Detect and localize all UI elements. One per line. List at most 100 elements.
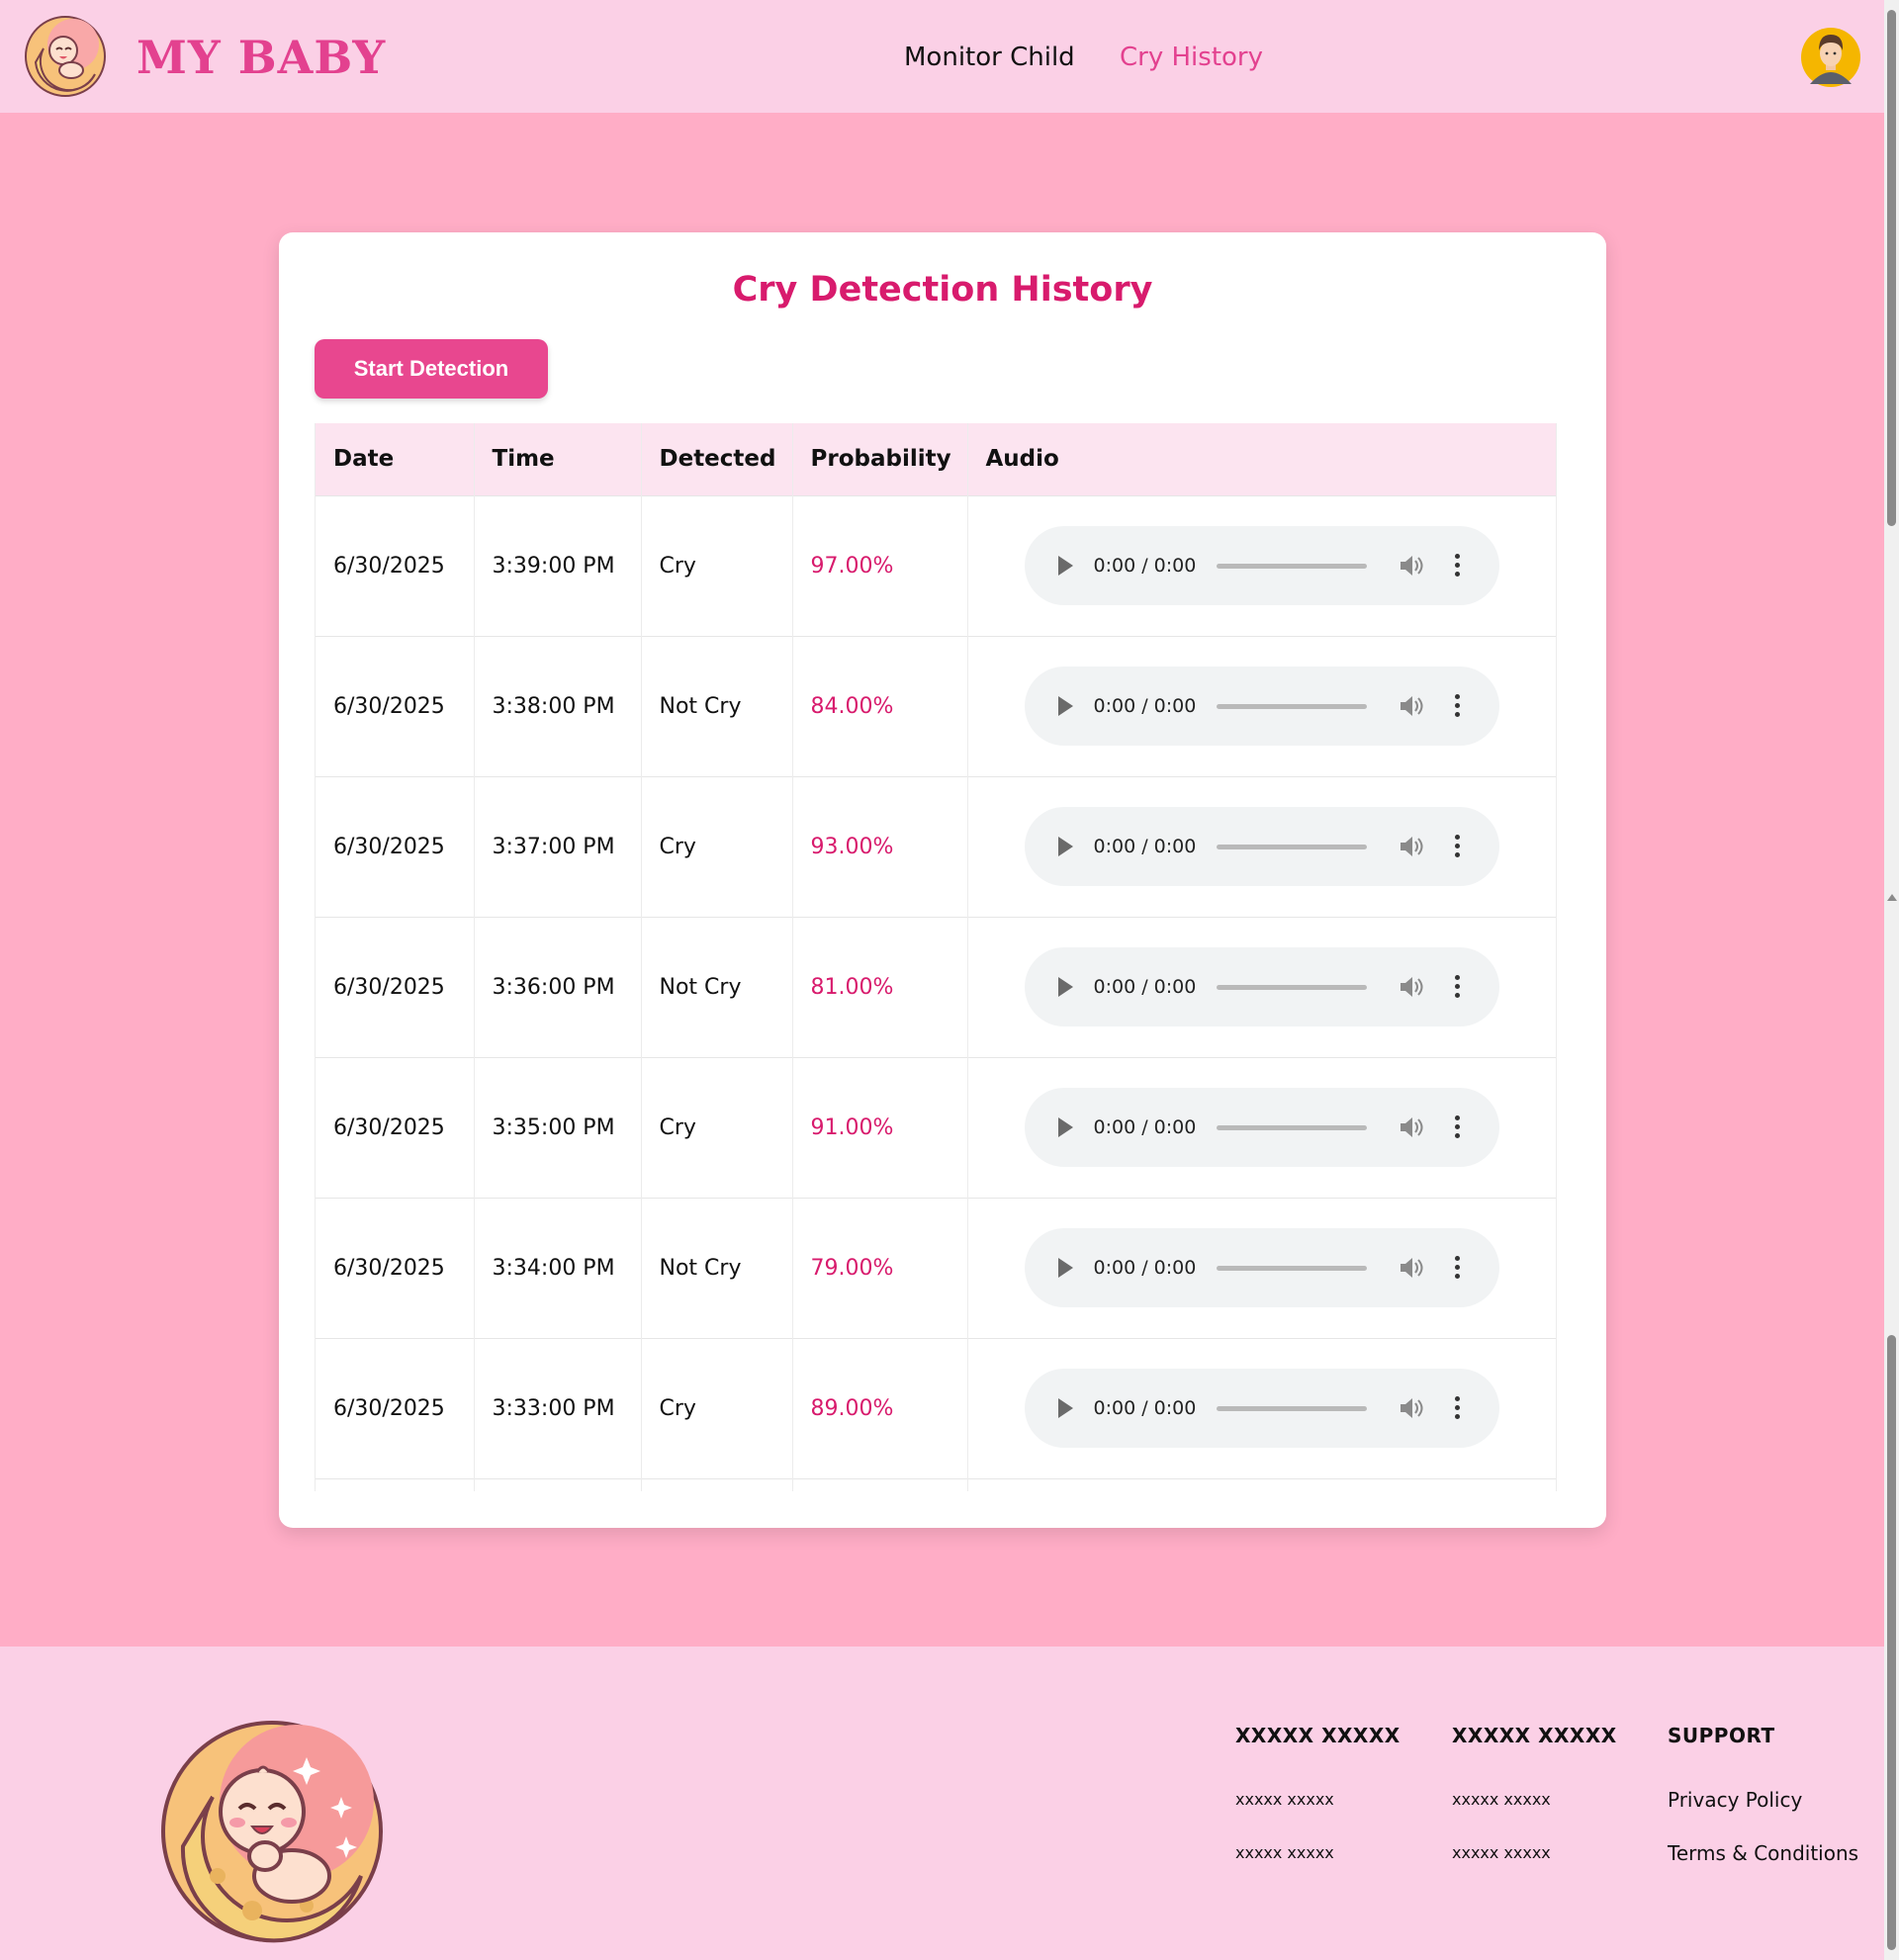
play-icon[interactable] [1057,1117,1073,1137]
footer-link[interactable]: xxxxx xxxxx [1235,1787,1401,1813]
cell-probability: 79.00% [792,1197,968,1338]
cell-time [474,1477,642,1491]
table-row: 6/30/2025 3:39:00 PM Cry 97.00% 0:00 / 0:00 [316,494,1556,636]
play-icon[interactable] [1057,556,1073,576]
cell-time: 3:36:00 PM [474,916,642,1057]
cell-time: 3:33:00 PM [474,1337,642,1478]
audio-time: 0:00 / 0:00 [1093,1397,1197,1419]
more-vertical-icon[interactable] [1454,1256,1462,1282]
cell-date: 6/30/2025 [316,775,475,917]
table-row: 6/30/2025 3:36:00 PM Not Cry 81.00% 0:00 / 0… [316,916,1556,1057]
more-vertical-icon[interactable] [1454,1115,1462,1141]
footer-link[interactable]: xxxxx xxxxx [1452,1787,1617,1813]
nav-cry-history[interactable]: Cry History [1120,40,1263,75]
play-icon[interactable] [1057,696,1073,716]
history-table: Date Time Detected Probability Audio 6/3… [316,423,1556,1491]
more-vertical-icon[interactable] [1454,554,1462,579]
volume-icon[interactable] [1399,975,1424,999]
audio-player[interactable]: 0:00 / 0:00 [1024,667,1499,746]
audio-time: 0:00 / 0:00 [1093,555,1197,577]
volume-icon[interactable] [1399,554,1424,578]
footer-column-2: XXXXX XXXXX xxxxx xxxxx xxxxx xxxxx [1452,1722,1617,1866]
cell-date [316,1477,475,1491]
audio-player[interactable]: 0:00 / 0:00 [1024,1369,1499,1448]
volume-icon[interactable] [1399,835,1424,858]
audio-progress-slider[interactable] [1216,1266,1367,1271]
audio-progress-slider[interactable] [1216,564,1367,569]
page-title: Cry Detection History [732,270,1153,310]
audio-progress-slider[interactable] [1216,1125,1367,1130]
cell-audio: 0:00 / 0:00 [967,494,1556,636]
cell-date: 6/30/2025 [316,916,475,1057]
baby-moon-icon [161,1721,383,1943]
page-scroll-thumb[interactable] [1887,10,1896,526]
cell-date: 6/30/2025 [316,635,475,776]
footer-link[interactable]: xxxxx xxxxx [1235,1840,1401,1866]
cell-detected: Cry [641,494,793,636]
page-scrollbar[interactable] [1884,0,1899,1960]
volume-icon[interactable] [1399,694,1424,718]
audio-player[interactable]: 0:00 / 0:00 [1024,1228,1499,1307]
brand-title[interactable]: MY BABY [136,30,386,85]
play-icon[interactable] [1057,977,1073,997]
audio-progress-slider[interactable] [1216,704,1367,709]
audio-player[interactable]: 0:00 / 0:00 [1024,526,1499,605]
cell-date: 6/30/2025 [316,1056,475,1198]
cell-date: 6/30/2025 [316,1337,475,1478]
footer-link[interactable]: xxxxx xxxxx [1452,1840,1617,1866]
footer-column-support: SUPPORT Privacy Policy Terms & Condition… [1668,1722,1858,1866]
table-row: 6/30/2025 3:37:00 PM Cry 93.00% 0:00 / 0:00 [316,775,1556,917]
cell-probability: 84.00% [792,635,968,776]
cell-audio [967,1477,1556,1491]
audio-progress-slider[interactable] [1216,985,1367,990]
table-header-row: Date Time Detected Probability Audio [316,423,1556,495]
cell-audio: 0:00 / 0:00 [967,635,1556,776]
column-time: Time [474,423,642,495]
more-vertical-icon[interactable] [1454,694,1462,720]
table-row: 6/30/2025 3:33:00 PM Cry 89.00% 0:00 / 0:00 [316,1337,1556,1478]
cell-audio: 0:00 / 0:00 [967,1197,1556,1338]
volume-icon[interactable] [1399,1256,1424,1280]
cell-detected: Not Cry [641,635,793,776]
user-avatar-icon[interactable] [1800,27,1861,88]
top-header: MY BABY Monitor Child Cry History [0,0,1884,113]
terms-conditions-link[interactable]: Terms & Conditions [1668,1840,1858,1866]
column-probability: Probability [792,423,968,495]
cell-time: 3:34:00 PM [474,1197,642,1338]
audio-progress-slider[interactable] [1216,1406,1367,1411]
play-icon[interactable] [1057,1258,1073,1278]
table-row: 6/30/2025 3:35:00 PM Cry 91.00% 0:00 / 0:00 [316,1056,1556,1198]
more-vertical-icon[interactable] [1454,975,1462,1001]
cell-probability: 97.00% [792,494,968,636]
more-vertical-icon[interactable] [1454,835,1462,860]
column-audio: Audio [985,446,1059,473]
audio-progress-slider[interactable] [1216,845,1367,849]
scroll-up-arrow-icon[interactable] [1887,894,1897,901]
table-row [316,1477,1556,1491]
cell-audio: 0:00 / 0:00 [967,1337,1556,1478]
baby-moon-icon[interactable] [24,15,107,98]
cell-probability: 89.00% [792,1337,968,1478]
footer-heading: XXXXX XXXXX [1235,1724,1401,1747]
cell-time: 3:35:00 PM [474,1056,642,1198]
audio-player[interactable]: 0:00 / 0:00 [1024,947,1499,1026]
play-icon[interactable] [1057,837,1073,856]
table-row: 6/30/2025 3:38:00 PM Not Cry 84.00% 0:00 / 0… [316,635,1556,776]
more-vertical-icon[interactable] [1454,1396,1462,1422]
cell-time: 3:38:00 PM [474,635,642,776]
nav-monitor-child[interactable]: Monitor Child [904,40,1075,75]
privacy-policy-link[interactable]: Privacy Policy [1668,1787,1858,1813]
footer-column-1: XXXXX XXXXX xxxxx xxxxx xxxxx xxxxx [1235,1722,1401,1866]
table-row: 6/30/2025 3:34:00 PM Not Cry 79.00% 0:00 / 0… [316,1197,1556,1338]
history-table-container[interactable]: Date Time Detected Probability Audio 6/3… [315,423,1571,1491]
volume-icon[interactable] [1399,1396,1424,1420]
cell-time: 3:39:00 PM [474,494,642,636]
play-icon[interactable] [1057,1398,1073,1418]
volume-icon[interactable] [1399,1115,1424,1139]
audio-player[interactable]: 0:00 / 0:00 [1024,1088,1499,1167]
cell-audio: 0:00 / 0:00 [967,916,1556,1057]
audio-time: 0:00 / 0:00 [1093,1116,1197,1138]
start-detection-button[interactable]: Start Detection [315,339,548,399]
page-scroll-thumb-lower[interactable] [1887,1335,1896,1950]
audio-player[interactable]: 0:00 / 0:00 [1024,807,1499,886]
